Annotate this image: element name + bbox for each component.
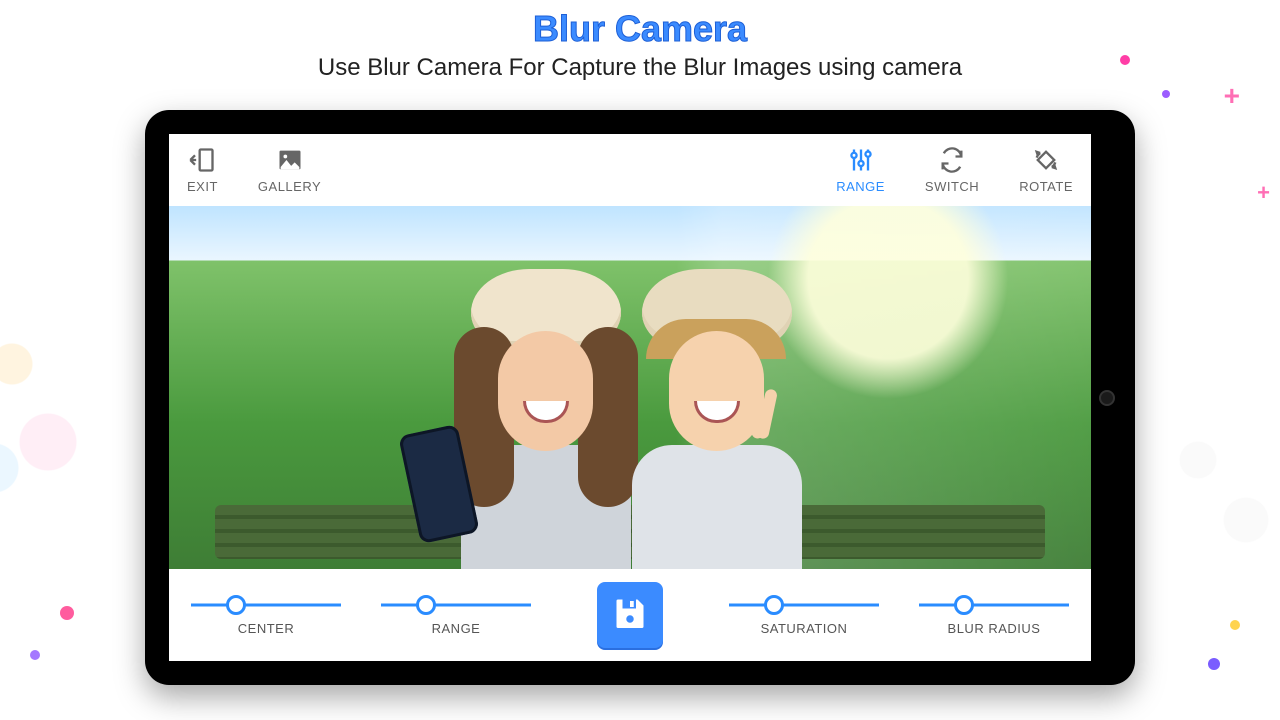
blur-radius-slider-label: BLUR RADIUS: [948, 621, 1041, 636]
decor-dot: [1162, 90, 1170, 98]
decor-plus: +: [1257, 180, 1270, 206]
range-label: RANGE: [836, 179, 885, 194]
decor-hearts: [1150, 400, 1280, 600]
decor-dot: [30, 650, 40, 660]
switch-label: SWITCH: [925, 179, 979, 194]
center-slider-group: CENTER: [191, 595, 341, 636]
top-toolbar: EXIT GALLERY: [169, 134, 1091, 206]
sliders-icon: [847, 146, 875, 177]
app-screen: EXIT GALLERY: [169, 134, 1091, 661]
saturation-slider-group: SATURATION: [729, 595, 879, 636]
rotate-label: ROTATE: [1019, 179, 1073, 194]
center-slider[interactable]: [191, 595, 341, 615]
decor-dot: [1208, 658, 1220, 670]
rotate-button[interactable]: ROTATE: [1019, 146, 1073, 194]
decor-rings: [0, 260, 120, 520]
device-frame: EXIT GALLERY: [145, 110, 1135, 685]
gallery-label: GALLERY: [258, 179, 321, 194]
decor-dot: [60, 606, 74, 620]
range-slider-group: RANGE: [381, 595, 531, 636]
page-title: Blur Camera: [0, 0, 1280, 50]
center-slider-label: CENTER: [238, 621, 294, 636]
decor-dot: [1120, 55, 1130, 65]
range-button[interactable]: RANGE: [836, 146, 885, 194]
gallery-button[interactable]: GALLERY: [258, 146, 321, 194]
page-subtitle: Use Blur Camera For Capture the Blur Ima…: [0, 54, 1280, 82]
decor-dot: [1230, 620, 1240, 630]
exit-button[interactable]: EXIT: [187, 146, 218, 194]
decor-plus: +: [1224, 80, 1240, 112]
camera-preview[interactable]: [169, 206, 1091, 569]
exit-icon: [188, 146, 216, 177]
blur-radius-slider-group: BLUR RADIUS: [919, 595, 1069, 636]
saturation-slider-label: SATURATION: [761, 621, 848, 636]
saturation-slider[interactable]: [729, 595, 879, 615]
bottom-toolbar: CENTER RANGE: [169, 569, 1091, 661]
save-icon: [612, 595, 648, 636]
preview-illustration: [612, 269, 822, 569]
range-slider-label: RANGE: [432, 621, 481, 636]
preview-illustration: [741, 389, 781, 449]
switch-camera-icon: [938, 146, 966, 177]
range-slider[interactable]: [381, 595, 531, 615]
exit-label: EXIT: [187, 179, 218, 194]
rotate-icon: [1032, 146, 1060, 177]
blur-radius-slider[interactable]: [919, 595, 1069, 615]
switch-button[interactable]: SWITCH: [925, 146, 979, 194]
save-button[interactable]: [597, 582, 663, 648]
gallery-icon: [276, 146, 304, 177]
